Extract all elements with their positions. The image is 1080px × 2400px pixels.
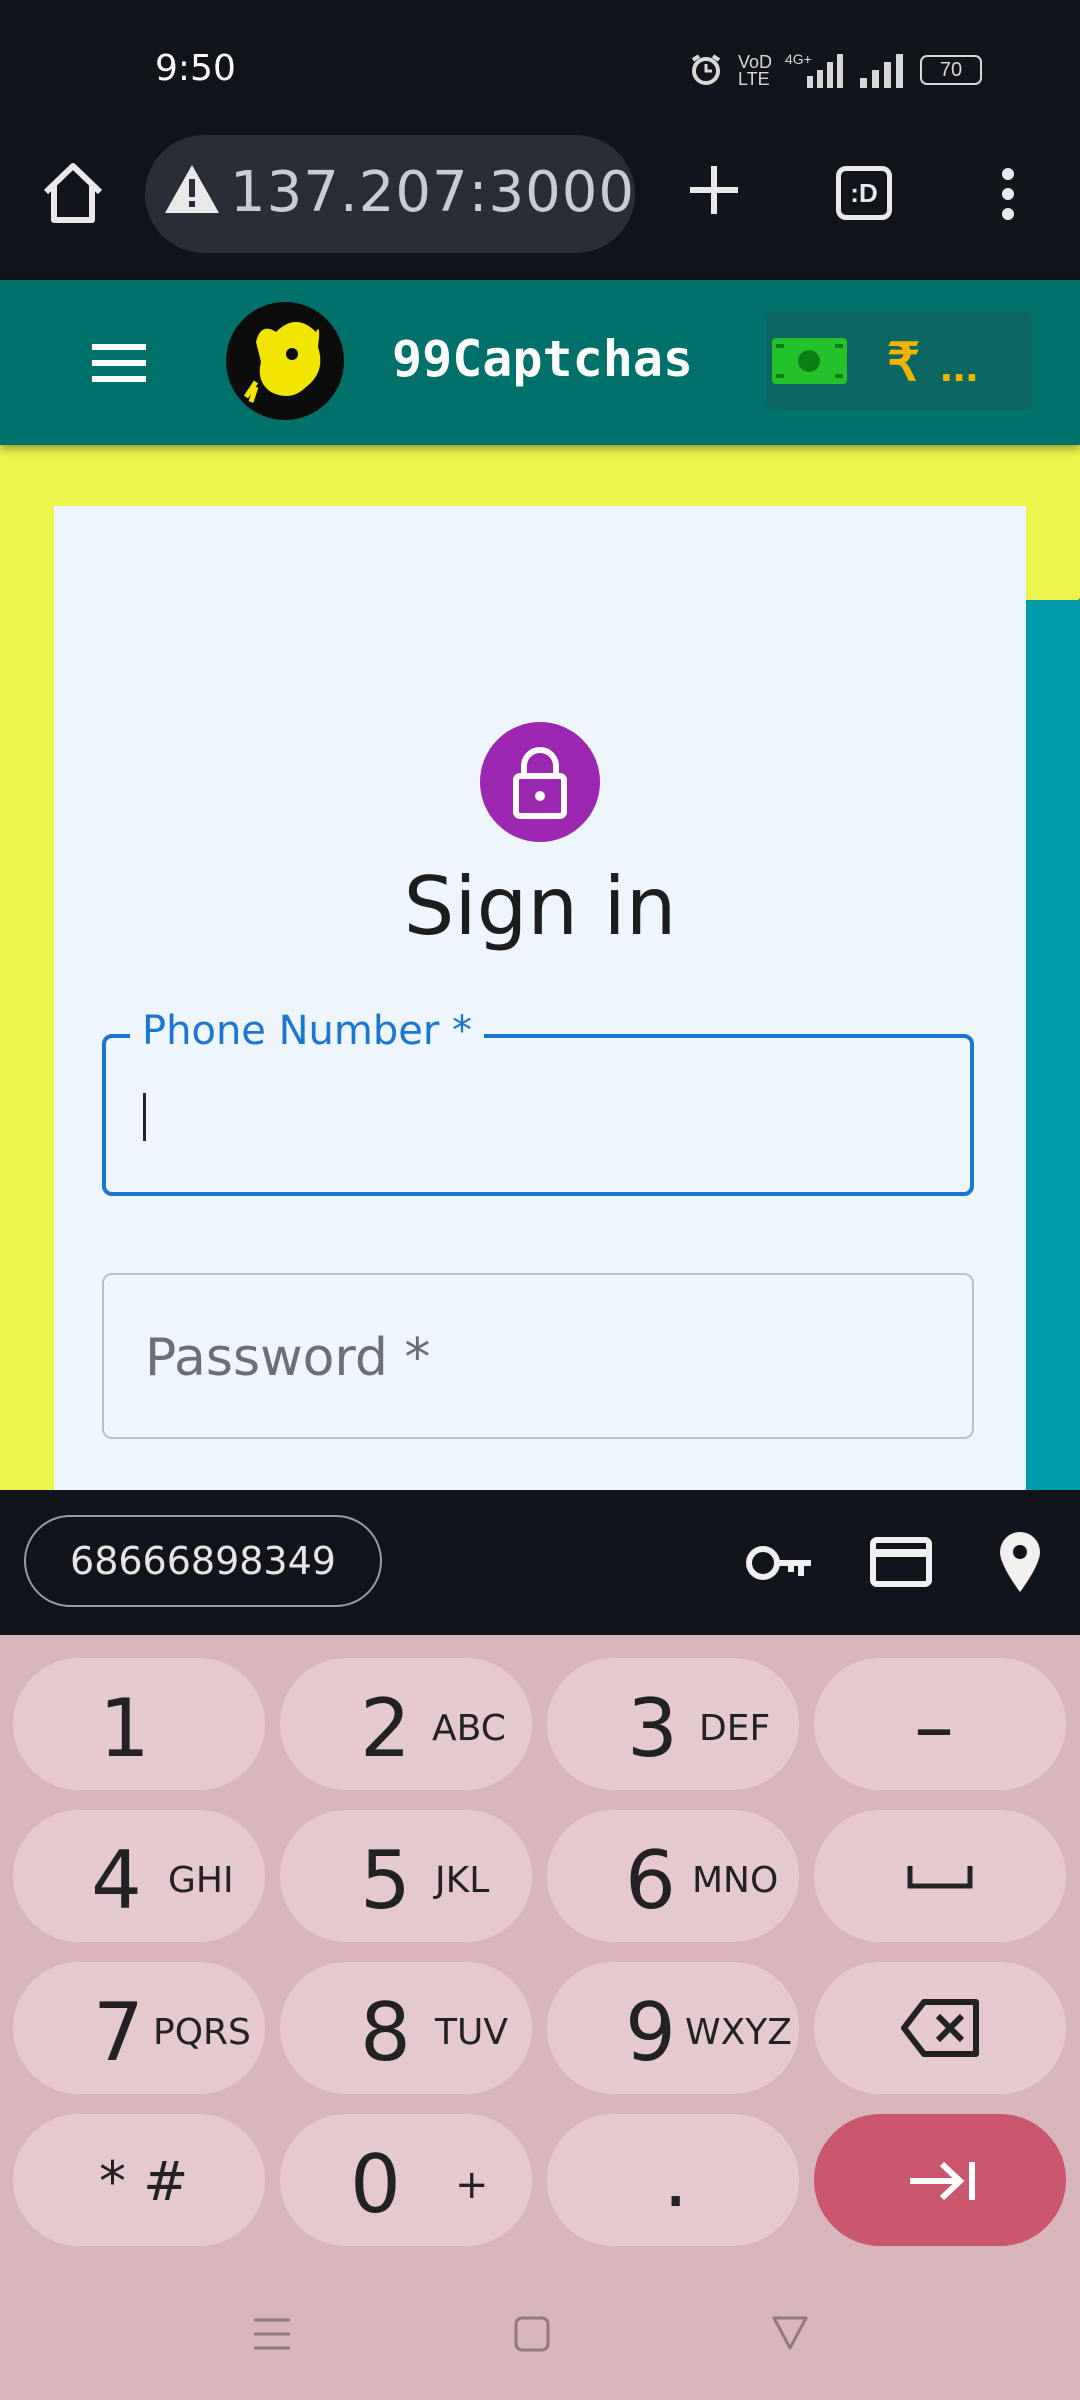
more-menu-icon[interactable]: [996, 166, 1020, 227]
key-0[interactable]: 0 +: [280, 2114, 532, 2246]
credit-card-icon[interactable]: [870, 1537, 932, 1592]
key-symbols[interactable]: * #: [13, 2114, 265, 2246]
key-4[interactable]: 4 GHI: [13, 1810, 265, 1942]
text-caret: [143, 1093, 146, 1141]
key-6[interactable]: 6 MNO: [547, 1810, 799, 1942]
key-9[interactable]: 9 WXYZ: [547, 1962, 799, 2094]
decorative-shape: [1025, 600, 1080, 1490]
key-1[interactable]: 1: [13, 1658, 265, 1790]
lock-icon: [513, 747, 567, 819]
logo-icon[interactable]: [226, 302, 344, 425]
location-icon[interactable]: [996, 1530, 1044, 1599]
key-icon[interactable]: [745, 1540, 815, 1591]
key-3[interactable]: 3 DEF: [547, 1658, 799, 1790]
new-tab-icon[interactable]: [686, 162, 742, 223]
warning-icon[interactable]: [163, 163, 221, 220]
currency-symbol: ₹: [887, 334, 921, 392]
home-icon[interactable]: [38, 160, 108, 231]
next-tab-icon: [910, 2161, 975, 2201]
space-icon: [907, 1866, 973, 1889]
key-7[interactable]: 7 PQRS: [13, 1962, 265, 2094]
menu-icon[interactable]: [90, 340, 150, 391]
lock-avatar: [480, 722, 600, 842]
backspace-icon: [901, 1999, 979, 2057]
back-nav-icon[interactable]: [770, 2312, 810, 2357]
app-brand-title: 99Captchas: [392, 330, 694, 388]
recent-apps-icon[interactable]: [252, 2314, 292, 2359]
home-nav-icon[interactable]: [512, 2314, 552, 2359]
alarm-icon: [688, 52, 724, 94]
phone-number-field[interactable]: [102, 1034, 974, 1196]
key-backspace[interactable]: [814, 1962, 1066, 2094]
key-5[interactable]: 5 JKL: [280, 1810, 532, 1942]
tab-switcher-icon[interactable]: :D: [836, 166, 892, 220]
page-title: Sign in: [403, 860, 677, 953]
password-label: Password *: [145, 1328, 431, 1388]
decorative-triangle: [1020, 598, 1080, 658]
key-period[interactable]: .: [547, 2114, 799, 2246]
key-2[interactable]: 2 ABC: [280, 1658, 532, 1790]
volte-icon: VoD LTE: [738, 52, 773, 89]
key-minus[interactable]: –: [814, 1658, 1066, 1790]
battery-icon: 70: [920, 55, 982, 85]
phone-number-label: Phone Number *: [130, 1008, 485, 1054]
url-text[interactable]: 137.207:3000: [230, 160, 635, 225]
key-space[interactable]: [814, 1810, 1066, 1942]
signal-icon: [858, 52, 908, 95]
balance-value: ...: [940, 339, 979, 391]
cash-icon: [772, 338, 847, 384]
key-next[interactable]: [814, 2114, 1066, 2246]
key-8[interactable]: 8 TUV: [280, 1962, 532, 2094]
autofill-suggestion-chip[interactable]: 68666898349: [24, 1515, 382, 1607]
status-time: 9:50: [155, 48, 236, 89]
signal-4g-icon: 4G+: [785, 50, 845, 95]
svg-text:4G+: 4G+: [785, 51, 812, 67]
